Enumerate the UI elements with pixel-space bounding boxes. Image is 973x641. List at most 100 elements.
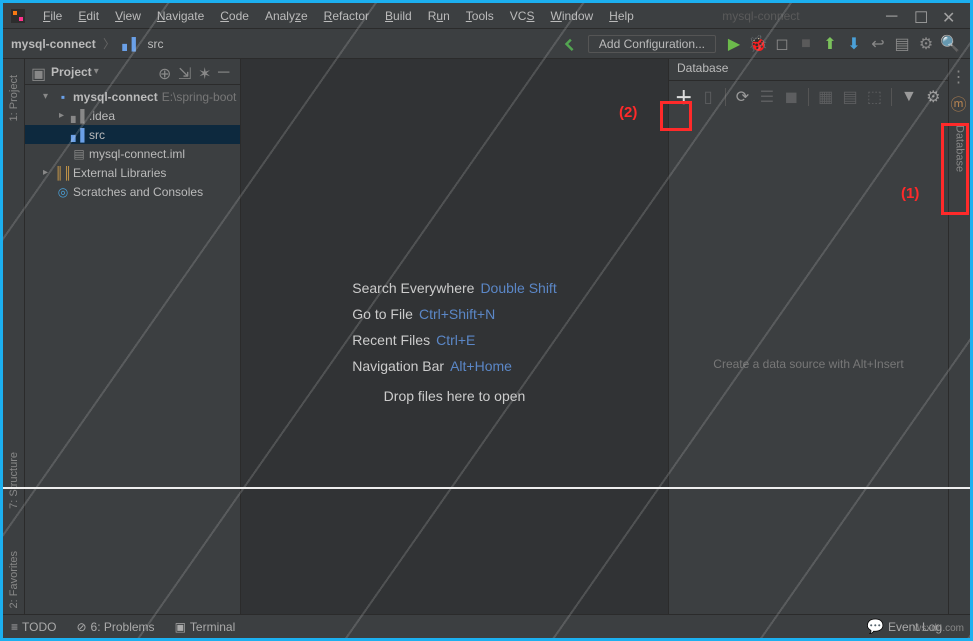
breadcrumb-root: mysql-connect — [11, 37, 96, 51]
db-funnel-icon[interactable]: ▼ — [898, 86, 919, 108]
database-tool-window: Database ＋ ▯ ⟳ ☰ ◼ ▦ ▤ ⬚ ▼ ⚙ Create a da… — [668, 59, 948, 614]
tree-idea-label: .idea — [89, 109, 115, 123]
maven-icon[interactable]: ⓜ — [951, 91, 969, 109]
db-dup-icon[interactable]: ▯ — [697, 86, 718, 108]
hint-drop: Drop files here to open — [352, 388, 556, 404]
db-table-icon[interactable]: ▦ — [815, 86, 836, 108]
panel-gear-icon[interactable]: ✶ — [198, 64, 214, 80]
right-tool-stripe: ⋮ ⓜ Database — [948, 59, 970, 614]
database-toolbar: ＋ ▯ ⟳ ☰ ◼ ▦ ▤ ⬚ ▼ ⚙ — [669, 81, 948, 113]
db-filter-db-icon[interactable]: ☰ — [756, 86, 777, 108]
search-everywhere-icon[interactable]: 🔍 — [940, 34, 960, 54]
hint-search-label: Search Everywhere — [352, 280, 474, 296]
status-todo[interactable]: ≡TODO — [11, 620, 56, 634]
panel-icon: ▣ — [31, 64, 47, 80]
hammer-icon[interactable] — [560, 34, 580, 54]
hint-search-key: Double Shift — [480, 280, 556, 296]
app-icon — [9, 7, 27, 25]
tree-root-label: mysql-connect — [73, 90, 158, 104]
hint-navbar-label: Navigation Bar — [352, 358, 444, 374]
debug-icon[interactable]: 🐞 — [748, 34, 768, 54]
event-log-icon: 💬 — [867, 618, 884, 635]
hint-goto-key: Ctrl+Shift+N — [419, 306, 495, 322]
db-add-icon[interactable]: ＋ — [673, 86, 694, 108]
terminal-icon: ▣ — [175, 620, 186, 634]
menu-file[interactable]: FFileile — [35, 7, 70, 25]
vcs-update-icon[interactable]: ⬇ — [844, 34, 864, 54]
db-refresh-icon[interactable]: ⟳ — [732, 86, 753, 108]
hint-recent-label: Recent Files — [352, 332, 430, 348]
tree-idea-folder[interactable]: ▸▖▌ .idea — [25, 106, 240, 125]
status-problems[interactable]: ⊘6: Problems — [76, 620, 154, 634]
tree-iml-label: mysql-connect.iml — [89, 147, 185, 161]
menu-edit[interactable]: Edit — [70, 7, 107, 25]
problems-icon: ⊘ — [76, 620, 86, 634]
tree-root[interactable]: ▾▪ mysql-connect E:\spring-boot — [25, 87, 240, 106]
editor-hints: Search Everywhere Double Shift Go to File… — [352, 270, 556, 404]
menu-view[interactable]: View — [107, 7, 149, 25]
panel-hide-icon[interactable]: ─ — [218, 64, 234, 80]
project-tree: ▾▪ mysql-connect E:\spring-boot ▸▖▌ .ide… — [25, 85, 240, 203]
database-empty-hint: Create a data source with Alt+Insert — [669, 113, 948, 614]
tree-src-label: src — [89, 128, 105, 142]
panel-title: Project — [51, 65, 92, 79]
menu-code[interactable]: Code — [212, 7, 257, 25]
panel-collapse-icon[interactable]: ⇲ — [178, 64, 194, 80]
menu-help[interactable]: Help — [601, 7, 642, 25]
maximize-button[interactable]: ☐ — [914, 8, 930, 24]
tree-iml-file[interactable]: ▤ mysql-connect.iml — [25, 144, 240, 163]
menu-tools[interactable]: Tools — [458, 7, 502, 25]
stop-icon[interactable]: ■ — [796, 34, 816, 54]
hint-recent-key: Ctrl+E — [436, 332, 475, 348]
minimize-button[interactable]: ─ — [886, 8, 902, 24]
menu-vcs[interactable]: VCS — [502, 7, 543, 25]
left-tool-stripe: 1: Project 7: Structure 2: Favorites — [3, 59, 25, 614]
project-structure-icon[interactable]: ▤ — [892, 34, 912, 54]
coverage-icon[interactable]: ◻ — [772, 34, 792, 54]
panel-aim-icon[interactable]: ⊕ — [158, 64, 174, 80]
breadcrumb[interactable]: mysql-connect 〉 ▖▌ src — [11, 35, 163, 52]
db-gear-icon[interactable]: ⚙ — [923, 86, 944, 108]
menu-refactor[interactable]: Refactor — [316, 7, 377, 25]
database-panel-title: Database — [669, 59, 948, 81]
tab-structure[interactable]: 7: Structure — [8, 446, 20, 515]
db-stop-icon[interactable]: ◼ — [781, 86, 802, 108]
add-configuration-button[interactable]: Add Configuration... — [588, 35, 716, 53]
toolbar: mysql-connect 〉 ▖▌ src Add Configuration… — [3, 29, 970, 59]
menu-run[interactable]: Run — [420, 7, 458, 25]
tab-favorites[interactable]: 2: Favorites — [8, 545, 20, 614]
ant-icon[interactable]: ⋮ — [951, 67, 969, 85]
tree-scratches-label: Scratches and Consoles — [73, 185, 203, 199]
tree-scratches[interactable]: ◎ Scratches and Consoles — [25, 182, 240, 201]
tree-root-path: E:\spring-boot — [162, 90, 237, 104]
hint-goto-label: Go to File — [352, 306, 413, 322]
tab-project[interactable]: 1: Project — [8, 69, 20, 127]
menu-navigate[interactable]: Navigate — [149, 7, 212, 25]
vcs-history-icon[interactable]: ↩ — [868, 34, 888, 54]
db-console-icon[interactable]: ▤ — [839, 86, 860, 108]
menubar: FFileile Edit View Navigate Code Analyze… — [3, 3, 970, 29]
window-title: mysql-connect — [642, 9, 880, 23]
menu-build[interactable]: Build — [377, 7, 420, 25]
folder-icon: ▖▌ — [122, 37, 140, 51]
settings-icon[interactable]: ⚙ — [916, 34, 936, 54]
tab-database[interactable]: Database — [954, 125, 966, 172]
db-diagram-icon[interactable]: ⬚ — [864, 86, 885, 108]
watermark-url: wsxdn.com — [914, 623, 964, 634]
status-terminal[interactable]: ▣Terminal — [175, 620, 236, 634]
project-tool-window: ▣ Project ▾ ⊕ ⇲ ✶ ─ ▾▪ mysql-connect E:\… — [25, 59, 241, 614]
close-button[interactable]: ✕ — [942, 8, 958, 24]
vcs-commit-icon[interactable]: ⬆ — [820, 34, 840, 54]
breadcrumb-leaf: src — [147, 37, 163, 51]
status-bar: ≡TODO ⊘6: Problems ▣Terminal 💬Event Log — [3, 614, 970, 638]
tree-external-libs[interactable]: ▸║║ External Libraries — [25, 163, 240, 182]
run-icon[interactable]: ▶ — [724, 34, 744, 54]
hint-navbar-key: Alt+Home — [450, 358, 512, 374]
menu-analyze[interactable]: Analyze — [257, 7, 316, 25]
tree-external-label: External Libraries — [73, 166, 166, 180]
tree-src-folder[interactable]: ▖▌ src — [25, 125, 240, 144]
panel-view-chevron-icon[interactable]: ▾ — [94, 66, 99, 77]
menu-window[interactable]: Window — [542, 7, 601, 25]
editor-area[interactable]: Search Everywhere Double Shift Go to File… — [241, 59, 668, 614]
project-panel-header: ▣ Project ▾ ⊕ ⇲ ✶ ─ — [25, 59, 240, 85]
